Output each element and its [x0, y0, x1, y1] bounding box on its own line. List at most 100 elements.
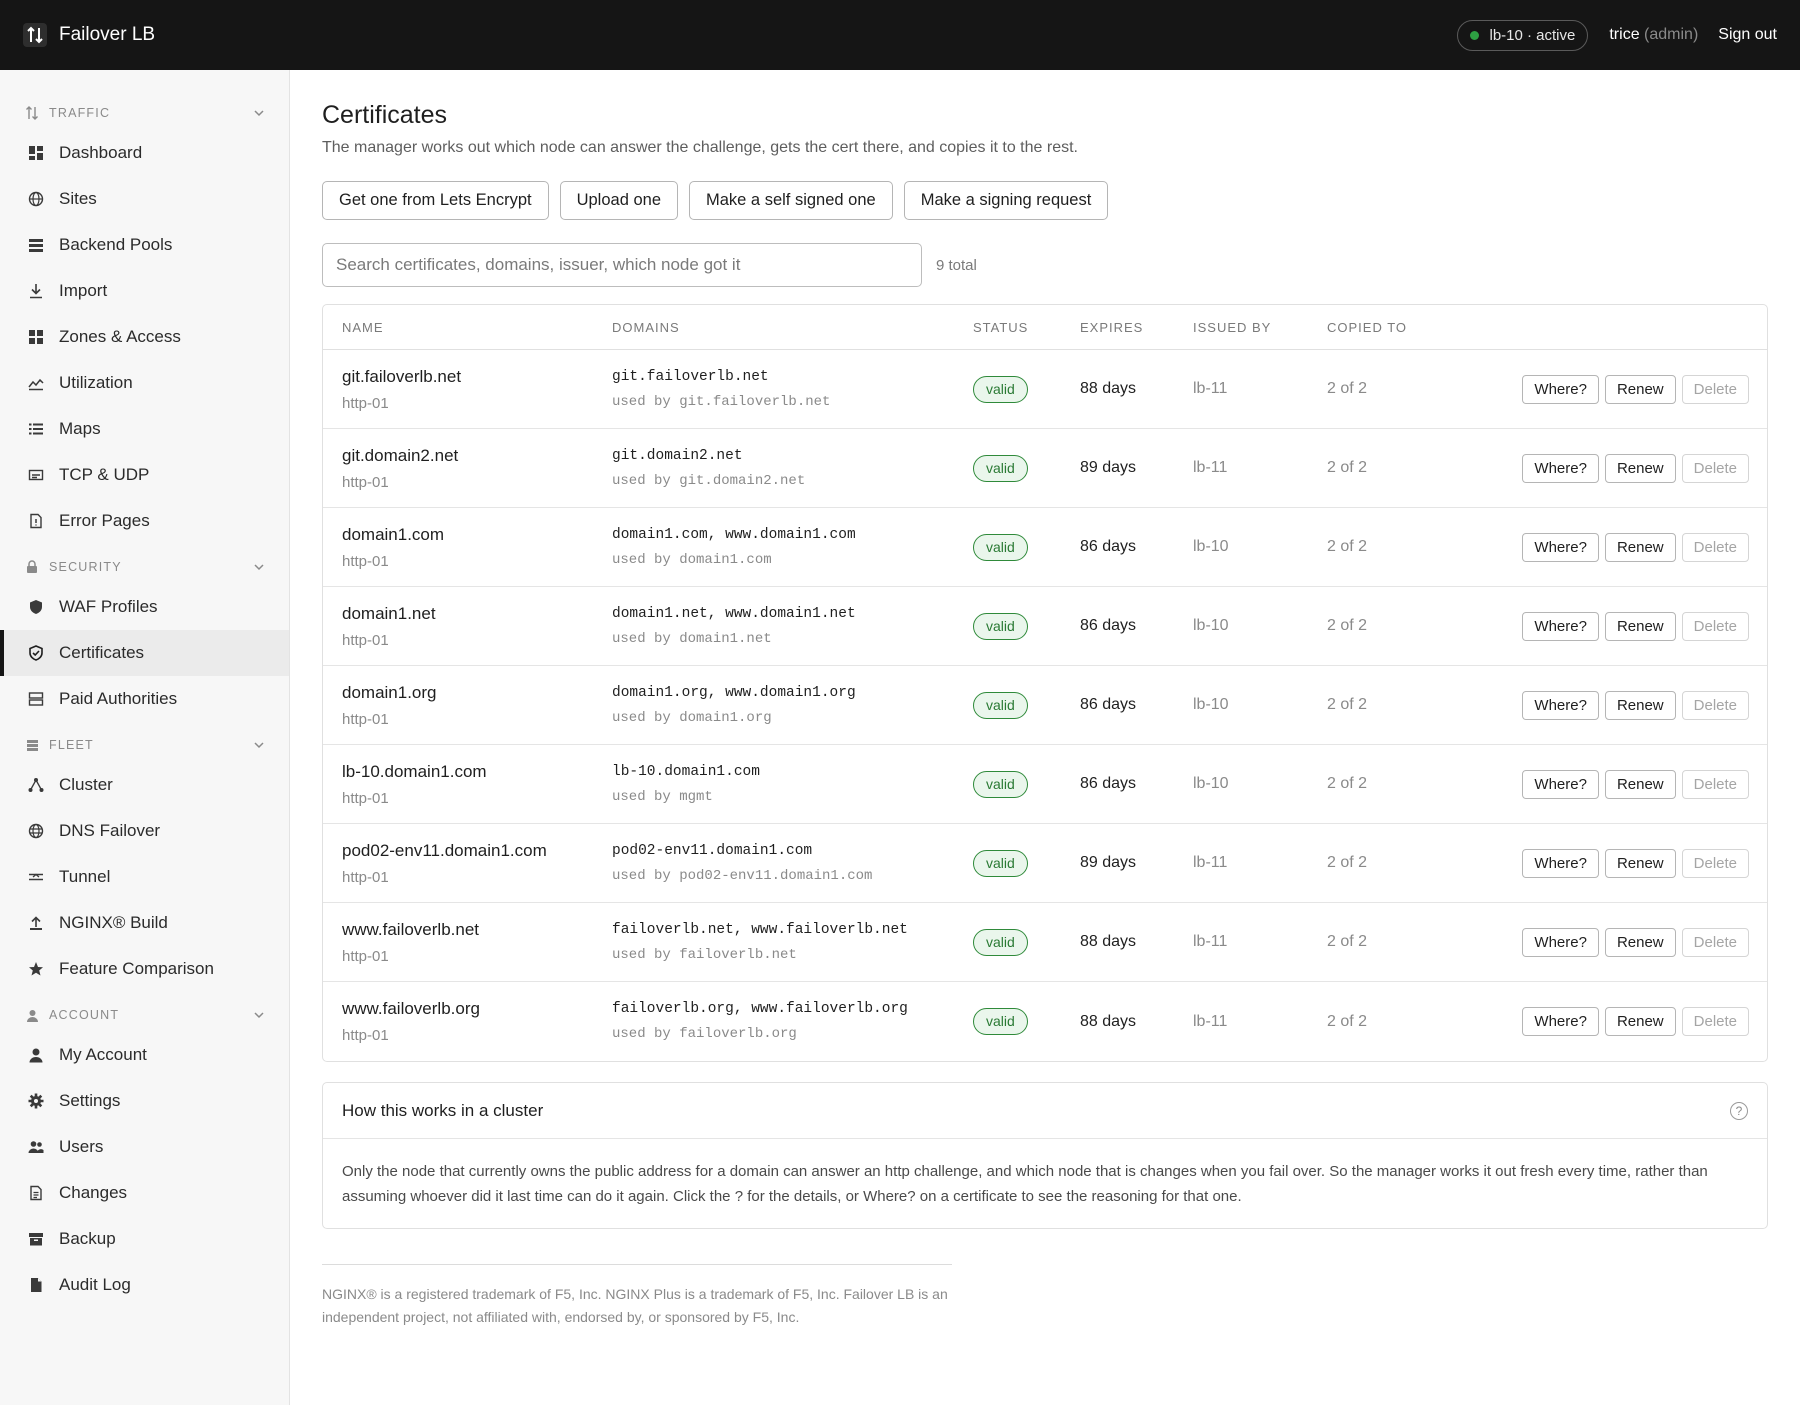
table-row[interactable]: lb-10.domain1.com http-01 lb-10.domain1.co…	[323, 745, 1767, 824]
renew-button[interactable]: Renew	[1604, 1007, 1676, 1036]
cert-expires: 86 days	[1080, 617, 1137, 634]
sidebar-item-error-pages[interactable]: Error Pages	[0, 498, 289, 544]
sidebar-item-maps[interactable]: Maps	[0, 406, 289, 452]
status-badge: valid	[973, 770, 1028, 798]
delete-button[interactable]: Delete	[1681, 611, 1749, 641]
renew-button[interactable]: Renew	[1604, 690, 1676, 720]
table-row[interactable]: www.failoverlb.net http-01 failoverlb.net,…	[323, 903, 1767, 982]
sidebar-item-import[interactable]: Import	[0, 268, 289, 314]
chevron-down-icon[interactable]	[254, 1008, 264, 1022]
sidebar-item-zones-access[interactable]: Zones & Access	[0, 314, 289, 360]
delete-button[interactable]: Delete	[1681, 927, 1749, 957]
sidebar-item-nginx-build[interactable]: NGINX® Build	[0, 900, 289, 946]
sidebar-item-changes[interactable]: Changes	[0, 1170, 289, 1216]
table-row[interactable]: git.failoverlb.net http-01 git.failoverlb.…	[323, 350, 1767, 429]
status-badge: valid	[973, 612, 1028, 640]
where-button[interactable]: Where?	[1522, 453, 1599, 483]
sidebar-item-sites[interactable]: Sites	[0, 176, 289, 222]
sidebar-item-settings[interactable]: Settings	[0, 1078, 289, 1124]
cert-used-by: used by failoverlb.org	[612, 1026, 797, 1042]
where-button[interactable]: Where?	[1522, 848, 1599, 878]
col-expires[interactable]: EXPIRES	[1080, 320, 1193, 335]
col-name[interactable]: NAME	[323, 320, 612, 335]
col-status[interactable]: STATUS	[973, 320, 1080, 335]
delete-button[interactable]: Delete	[1681, 690, 1749, 720]
table-row[interactable]: pod02-env11.domain1.com http-01 pod02-env1…	[323, 824, 1767, 903]
chevron-down-icon[interactable]	[254, 738, 264, 752]
help-icon[interactable]: ?	[1730, 1101, 1748, 1120]
sidebar-item-label: Certificates	[59, 643, 145, 662]
cert-expires: 88 days	[1080, 380, 1137, 397]
sidebar-item-tunnel[interactable]: Tunnel	[0, 854, 289, 900]
col-domains[interactable]: DOMAINS	[612, 320, 973, 335]
delete-button[interactable]: Delete	[1681, 532, 1749, 562]
cert-name-cell: domain1.net http-01	[323, 604, 612, 649]
cert-issued-by: lb-10	[1193, 696, 1229, 713]
search-input[interactable]	[322, 243, 922, 287]
node-status-text: lb-10 · active	[1489, 26, 1576, 44]
signing-request-button[interactable]: Make a signing request	[903, 181, 1109, 220]
cert-domains-cell: failoverlb.net, www.failoverlb.net used b…	[612, 922, 973, 963]
table-row[interactable]: domain1.com http-01 domain1.com, www.domai…	[323, 508, 1767, 587]
sidebar-item-audit-log[interactable]: Audit Log	[0, 1262, 289, 1308]
status-badge: valid	[973, 454, 1028, 482]
sidebar-item-waf-profiles[interactable]: WAF Profiles	[0, 584, 289, 630]
delete-button[interactable]: Delete	[1681, 453, 1749, 483]
sidebar-item-cluster[interactable]: Cluster	[0, 762, 289, 808]
where-button[interactable]: Where?	[1522, 611, 1599, 641]
sidebar-item-utilization[interactable]: Utilization	[0, 360, 289, 406]
table-row[interactable]: www.failoverlb.org http-01 failoverlb.org,…	[323, 982, 1767, 1061]
node-status-pill[interactable]: lb-10 · active	[1457, 19, 1589, 51]
sidebar-item-tcp-udp[interactable]: TCP & UDP	[0, 452, 289, 498]
table-row[interactable]: git.domain2.net http-01 git.domain2.net use…	[323, 429, 1767, 508]
sidebar-item-backup[interactable]: Backup	[0, 1216, 289, 1262]
where-button[interactable]: Where?	[1522, 374, 1599, 404]
renew-button[interactable]: Renew	[1604, 374, 1676, 404]
chevron-down-icon[interactable]	[254, 106, 264, 120]
brand[interactable]: Failover LB	[23, 23, 155, 47]
sidebar-item-paid-authorities[interactable]: Paid Authorities	[0, 676, 289, 722]
sidebar-item-dns-failover[interactable]: DNS Failover	[0, 808, 289, 854]
self-signed-button[interactable]: Make a self signed one	[689, 181, 893, 220]
delete-button[interactable]: Delete	[1681, 769, 1749, 799]
chevron-down-icon[interactable]	[254, 560, 264, 574]
sidebar-item-dashboard[interactable]: Dashboard	[0, 130, 289, 176]
delete-button[interactable]: Delete	[1681, 1007, 1749, 1036]
row-actions: Where? Renew Delete	[1447, 927, 1767, 957]
lock-icon	[25, 560, 39, 574]
sidebar-item-label: NGINX® Build	[59, 913, 168, 932]
sidebar-item-my-account[interactable]: My Account	[0, 1032, 289, 1078]
info-header[interactable]: How this works in a cluster ?	[323, 1083, 1767, 1139]
renew-button[interactable]: Renew	[1604, 927, 1676, 957]
where-button[interactable]: Where?	[1522, 690, 1599, 720]
sidebar-section-fleet[interactable]: FLEET	[0, 728, 289, 762]
table-row[interactable]: domain1.org http-01 domain1.org, www.domai…	[323, 666, 1767, 745]
sidebar-section-account[interactable]: ACCOUNT	[0, 998, 289, 1032]
delete-button[interactable]: Delete	[1681, 848, 1749, 878]
lets-encrypt-button[interactable]: Get one from Lets Encrypt	[322, 181, 549, 220]
table-row[interactable]: domain1.net http-01 domain1.net, www.domai…	[323, 587, 1767, 666]
col-issued-by[interactable]: ISSUED BY	[1193, 320, 1327, 335]
sidebar-item-users[interactable]: Users	[0, 1124, 289, 1170]
renew-button[interactable]: Renew	[1604, 532, 1676, 562]
renew-button[interactable]: Renew	[1604, 769, 1676, 799]
upload-button[interactable]: Upload one	[559, 181, 678, 220]
col-copied-to[interactable]: COPIED TO	[1327, 320, 1447, 335]
sidebar-item-certificates[interactable]: Certificates	[0, 630, 289, 676]
where-button[interactable]: Where?	[1522, 1007, 1599, 1036]
sidebar-section-title: ACCOUNT	[49, 1008, 120, 1022]
delete-button[interactable]: Delete	[1681, 374, 1749, 404]
sidebar-section-security[interactable]: SECURITY	[0, 550, 289, 584]
where-button[interactable]: Where?	[1522, 532, 1599, 562]
sidebar-item-backend-pools[interactable]: Backend Pools	[0, 222, 289, 268]
sidebar-section-traffic[interactable]: TRAFFIC	[0, 96, 289, 130]
renew-button[interactable]: Renew	[1604, 611, 1676, 641]
where-button[interactable]: Where?	[1522, 769, 1599, 799]
sidebar-item-label: Error Pages	[59, 511, 150, 530]
cert-issued-by: lb-11	[1193, 380, 1228, 397]
renew-button[interactable]: Renew	[1604, 453, 1676, 483]
sign-out-link[interactable]: Sign out	[1718, 26, 1777, 44]
sidebar-item-feature-comparison[interactable]: Feature Comparison	[0, 946, 289, 992]
where-button[interactable]: Where?	[1522, 927, 1599, 957]
renew-button[interactable]: Renew	[1604, 848, 1676, 878]
